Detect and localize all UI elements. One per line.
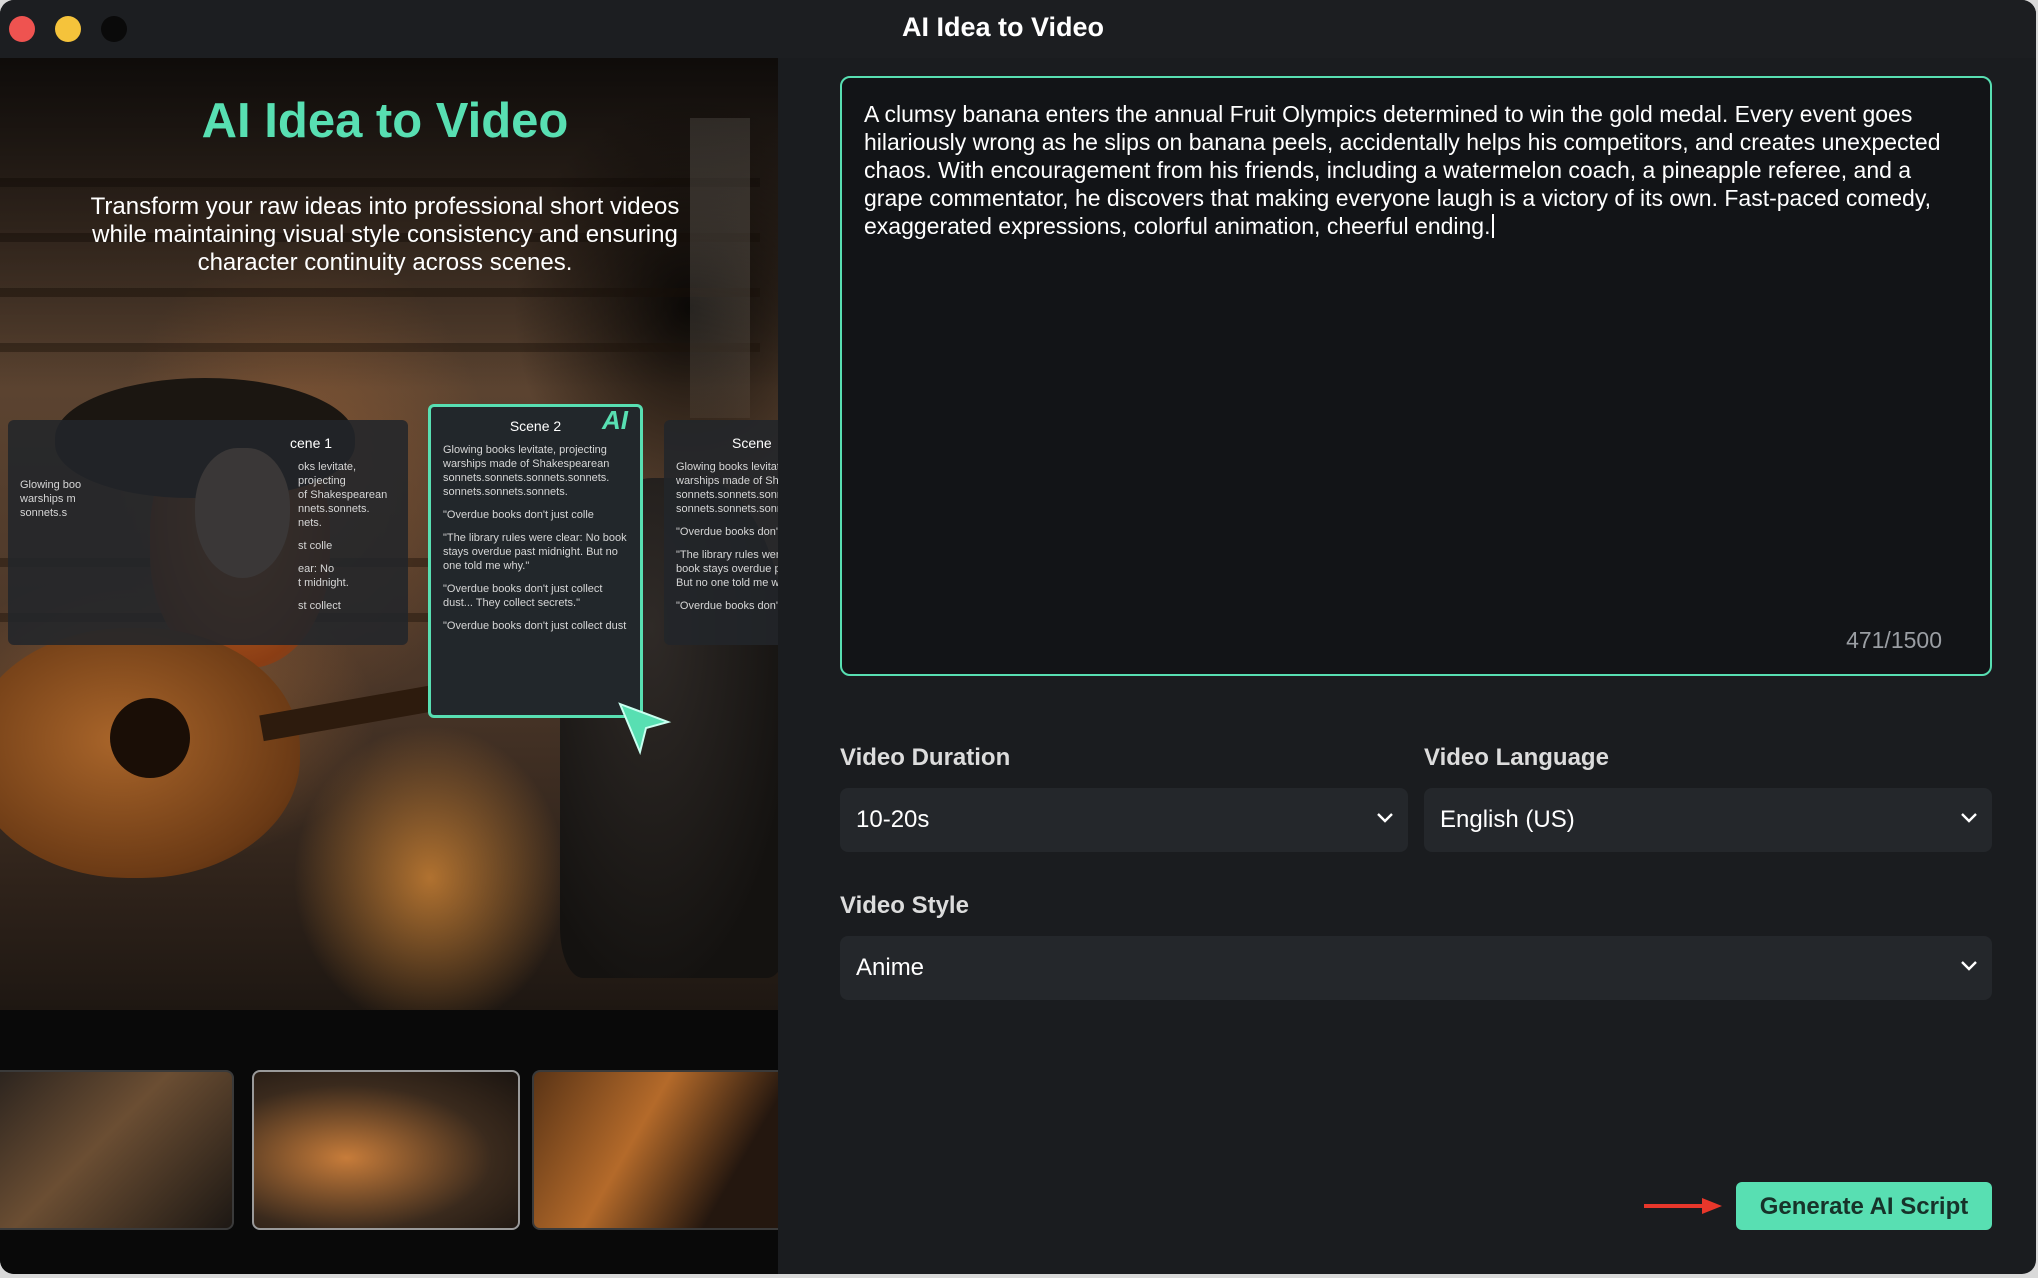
window-title: AI Idea to Video [901,12,1105,42]
scene-card-1: cene 1 Glowing boo warships m sonnets.s … [8,420,408,645]
video-style-select[interactable]: Anime [840,936,1992,1000]
video-language-select[interactable]: English (US) [1424,788,1992,852]
video-duration-value: 10-20s [856,806,930,833]
promo-title: AI Idea to Video [201,94,569,148]
thumbnail-1[interactable] [0,1070,234,1230]
scene-card-2: Scene 2 AI Glowing books levitate, proje… [428,404,643,718]
promo-panel: AI Idea to Video Transform your raw idea… [0,58,778,1274]
scene-card-3: Scene Glowing books levitat warships mad… [664,420,778,645]
scene-card-text: Glowing books levitat warships made of S… [676,461,778,612]
video-style-label: Video Style [840,892,969,919]
chevron-down-icon [1377,813,1393,823]
scene-card-title: Scene [732,435,772,451]
idea-text: A clumsy banana enters the annual Fruit … [864,101,1947,239]
thumbnail-3[interactable] [532,1070,778,1230]
video-language-label: Video Language [1424,744,1609,771]
chevron-down-icon [1961,961,1977,971]
thumbnail-2[interactable] [252,1070,520,1230]
video-duration-select[interactable]: 10-20s [840,788,1408,852]
video-duration-label: Video Duration [840,744,1011,771]
cursor-arrow-icon [618,702,672,756]
scene-card-title: cene 1 [290,435,333,451]
video-language-value: English (US) [1440,806,1575,833]
text-caret [1491,214,1494,238]
character-count: 471/1500 [1846,627,1942,653]
title-bar: AI Idea to Video [0,0,2036,58]
promo-subtitle: Transform your raw ideas into profession… [90,193,680,276]
scene-card-text: Glowing books levitate, projecting warsh… [443,444,627,632]
scene-card-edge-text: Glowing boo warships m sonnets.s [20,479,82,519]
chevron-down-icon [1961,813,1977,823]
app-window: AI Idea to Video AI Idea to Video Transf… [0,0,2036,1274]
generate-ai-script-button[interactable]: Generate AI Script [1736,1182,1992,1230]
red-arrow-icon [1644,1198,1722,1214]
idea-textarea[interactable]: A clumsy banana enters the annual Fruit … [840,76,1992,676]
ai-badge: AI [602,405,628,435]
video-style-value: Anime [856,954,925,981]
